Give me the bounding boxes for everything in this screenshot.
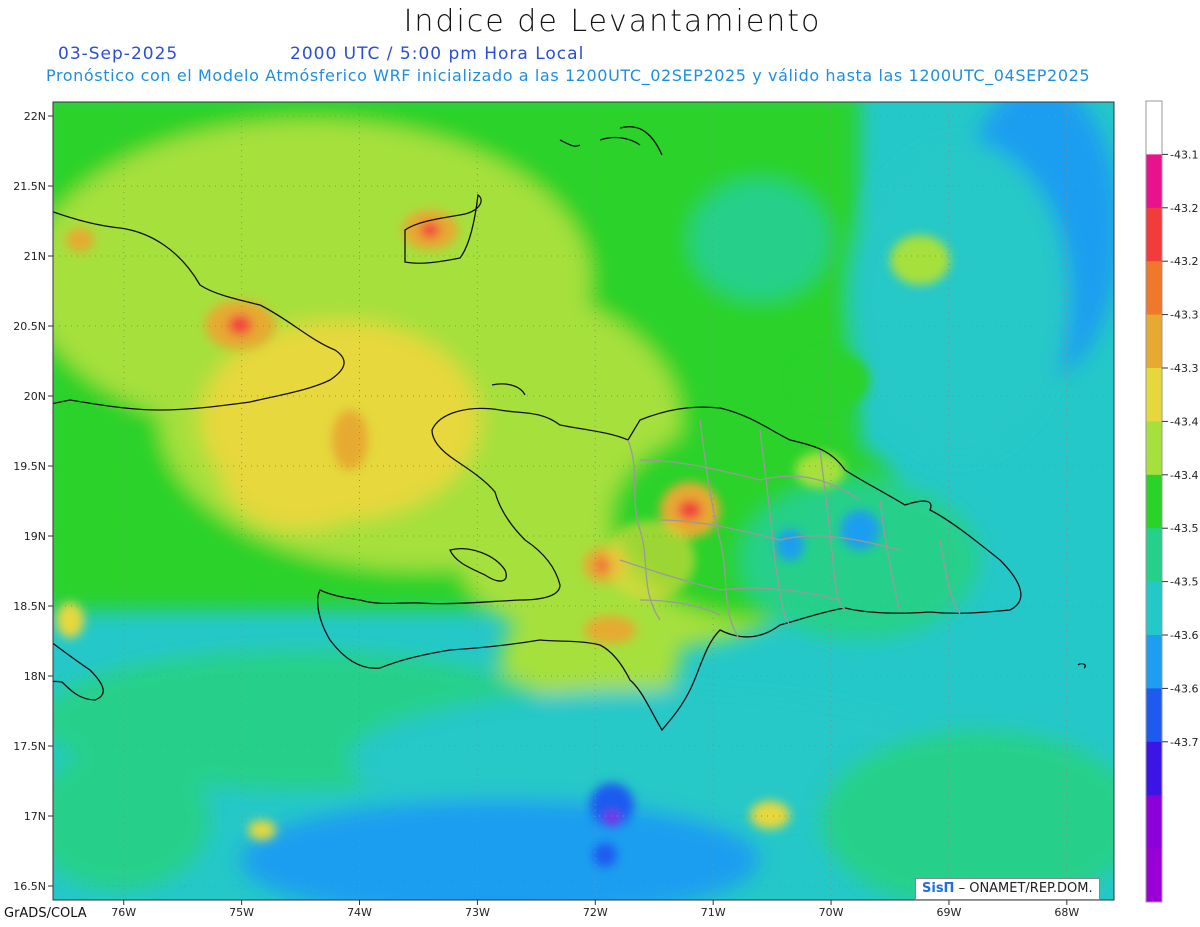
longitude-axis: 76W 75W 74W 73W 72W 71W 70W 69W 68W — [111, 900, 1079, 919]
software-credit: GrADS/COLA — [4, 906, 87, 921]
legend-swatch — [1146, 314, 1162, 369]
lat-tick-label: 17N — [24, 810, 46, 823]
legend-swatch — [1146, 741, 1162, 796]
source-credit-box: SisΠ – ONAMET/REP.DOM. — [915, 878, 1100, 900]
lon-tick-label: 71W — [701, 906, 726, 919]
legend-label: -43.7 — [1170, 736, 1198, 749]
legend-label: -43.5 — [1170, 576, 1198, 589]
lat-tick-label: 16.5N — [13, 880, 46, 893]
lon-tick-label: 68W — [1054, 906, 1079, 919]
legend-swatch — [1146, 421, 1162, 476]
lat-tick-label: 19N — [24, 530, 46, 543]
legend-label: -43.5 — [1170, 522, 1198, 535]
legend-label: -43.6 — [1170, 682, 1198, 695]
sispi-logo: SisΠ — [922, 881, 955, 896]
legend-swatch — [1146, 688, 1162, 743]
legend-swatch — [1146, 474, 1162, 529]
lon-tick-label: 70W — [819, 906, 844, 919]
legend-swatch — [1146, 528, 1162, 583]
lat-tick-label: 22N — [24, 110, 46, 123]
lat-tick-label: 21.5N — [13, 180, 46, 193]
legend-swatch — [1146, 154, 1162, 209]
lat-tick-label: 18N — [24, 670, 46, 683]
legend-label: -43.3 — [1170, 362, 1198, 375]
legend-label: -43.6 — [1170, 629, 1198, 642]
legend-swatch — [1146, 635, 1162, 689]
legend-swatch — [1146, 581, 1162, 636]
lat-tick-label: 21N — [24, 250, 46, 263]
lat-tick-label: 20.5N — [13, 320, 46, 333]
legend-label: -43.2 — [1170, 202, 1198, 215]
lat-tick-label: 18.5N — [13, 600, 46, 613]
legend-label: -43.4 — [1170, 469, 1198, 482]
legend-swatch — [1146, 261, 1162, 316]
legend-swatch — [1146, 207, 1162, 262]
legend-swatch — [1146, 795, 1162, 850]
lat-tick-label: 19.5N — [13, 460, 46, 473]
legend-swatch — [1146, 368, 1162, 422]
lon-tick-label: 69W — [937, 906, 962, 919]
lon-tick-label: 76W — [111, 906, 136, 919]
lon-tick-label: 73W — [465, 906, 490, 919]
lat-tick-label: 17.5N — [13, 740, 46, 753]
lat-tick-label: 20N — [24, 390, 46, 403]
legend-label: -43.4 — [1170, 415, 1198, 428]
map-plot-area — [53, 102, 1114, 900]
source-organization: – ONAMET/REP.DOM. — [958, 881, 1093, 896]
legend-swatch — [1146, 101, 1162, 155]
latitude-axis: 22N 21.5N 21N 20.5N 20N 19.5N 19N 18.5N 18N 17.5N… — [13, 110, 53, 893]
legend-label: -43.3 — [1170, 309, 1198, 322]
lon-tick-label: 74W — [347, 906, 372, 919]
lon-tick-label: 72W — [583, 906, 608, 919]
lifted-index-map: 22N 21.5N 21N 20.5N 20N 19.5N 19N 18.5N 18N 17.5N… — [13, 100, 1198, 919]
legend-swatch — [1146, 848, 1162, 903]
legend-label: -43.2 — [1170, 255, 1198, 268]
legend-label: -43.1 — [1170, 148, 1198, 161]
lon-tick-label: 75W — [229, 906, 254, 919]
color-legend: -43.1 -43.2 -43.2 -43.3 -43.3 -43.4 -43.4 -43.5… — [1145, 100, 1198, 903]
